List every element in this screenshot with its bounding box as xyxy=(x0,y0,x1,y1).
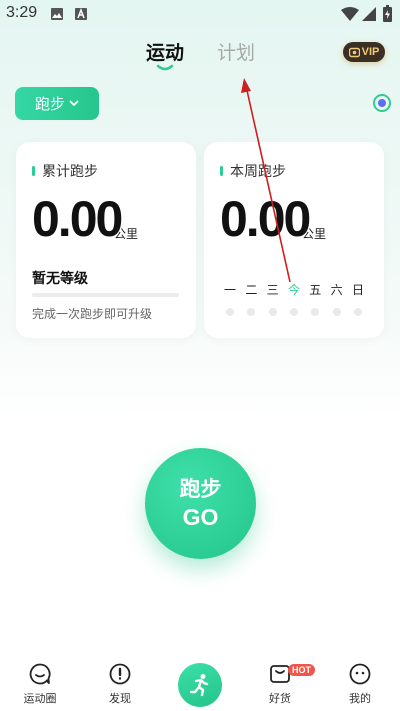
weekday-label: 二 xyxy=(245,283,258,297)
start-run-button[interactable]: 跑步 GO xyxy=(145,448,256,559)
signal-icon xyxy=(362,7,376,21)
top-tabs: 运动 计划 xyxy=(0,38,400,74)
battery-icon xyxy=(383,5,392,22)
day-activity-dot xyxy=(247,308,256,316)
compass-icon xyxy=(109,663,131,685)
total-title: 累计跑步 xyxy=(42,164,98,180)
card-title: 本周跑步 xyxy=(220,161,286,181)
sport-mode-label: 跑步 xyxy=(34,95,65,113)
weekday-row: 一 二 三 今 五 六 日 xyxy=(222,281,366,298)
day-activity-dot xyxy=(226,308,234,316)
vip-button[interactable]: VIP xyxy=(343,42,385,62)
bottom-navigation: 运动圈 发现 好货 HOT 我的 xyxy=(0,650,400,711)
weekday-label: 日 xyxy=(351,283,364,297)
go-button-line1: 跑步 xyxy=(179,476,222,501)
vip-label: VIP xyxy=(361,46,380,58)
nav-item-community[interactable]: 运动圈 xyxy=(10,662,70,706)
day-activity-dot xyxy=(353,308,362,316)
chevron-down-icon xyxy=(69,100,79,107)
hot-badge: HOT xyxy=(288,664,315,676)
day-activity-dot xyxy=(311,308,320,316)
distance-unit: 公里 xyxy=(302,227,327,241)
day-activity-dot xyxy=(289,308,298,316)
day-activity-dot xyxy=(332,308,341,316)
status-bar: 3:29 xyxy=(0,0,400,28)
go-button-line2: GO xyxy=(182,503,219,530)
sport-mode-dropdown[interactable]: 跑步 xyxy=(15,87,99,120)
wifi-icon xyxy=(341,7,359,21)
nav-item-profile[interactable]: 我的 xyxy=(330,662,390,706)
total-running-card[interactable]: 累计跑步 0.00 公里 暂无等级 完成一次跑步即可升级 xyxy=(16,142,196,338)
level-status: 暂无等级 xyxy=(32,271,88,287)
nav-item-run[interactable] xyxy=(178,663,222,707)
nav-label: 好货 xyxy=(269,692,291,705)
weekday-label: 一 xyxy=(223,283,236,297)
weekly-running-card[interactable]: 本周跑步 0.00 公里 一 二 三 今 五 六 日 xyxy=(204,142,384,338)
tab-plan[interactable]: 计划 xyxy=(217,38,255,65)
runner-icon xyxy=(189,674,209,697)
nav-label: 发现 xyxy=(109,692,131,705)
target-icon[interactable] xyxy=(372,93,392,113)
distance-unit: 公里 xyxy=(114,227,139,241)
level-hint: 完成一次跑步即可升级 xyxy=(32,307,153,321)
active-tab-indicator xyxy=(156,64,174,71)
face-icon xyxy=(349,663,371,685)
weekday-dots xyxy=(222,308,366,316)
weekly-title: 本周跑步 xyxy=(230,164,286,180)
total-distance: 0.00 xyxy=(32,191,123,247)
nav-item-discover[interactable]: 发现 xyxy=(90,662,150,706)
nav-label: 运动圈 xyxy=(23,692,57,705)
status-time: 3:29 xyxy=(6,4,38,21)
text-notification-icon xyxy=(75,7,87,20)
tab-exercise[interactable]: 运动 xyxy=(146,38,184,65)
vip-crown-icon xyxy=(348,47,360,57)
weekday-label: 五 xyxy=(309,283,322,297)
weekday-label-today: 今 xyxy=(287,283,300,297)
nav-label: 我的 xyxy=(349,692,371,705)
chat-bubble-icon xyxy=(29,663,51,685)
card-title: 累计跑步 xyxy=(32,161,98,181)
weekly-distance: 0.00 xyxy=(220,191,311,247)
weekday-label: 六 xyxy=(330,283,343,297)
image-notification-icon xyxy=(51,8,63,20)
weekday-label: 三 xyxy=(266,283,279,297)
day-activity-dot xyxy=(268,308,277,316)
level-progress-bar xyxy=(32,293,179,297)
